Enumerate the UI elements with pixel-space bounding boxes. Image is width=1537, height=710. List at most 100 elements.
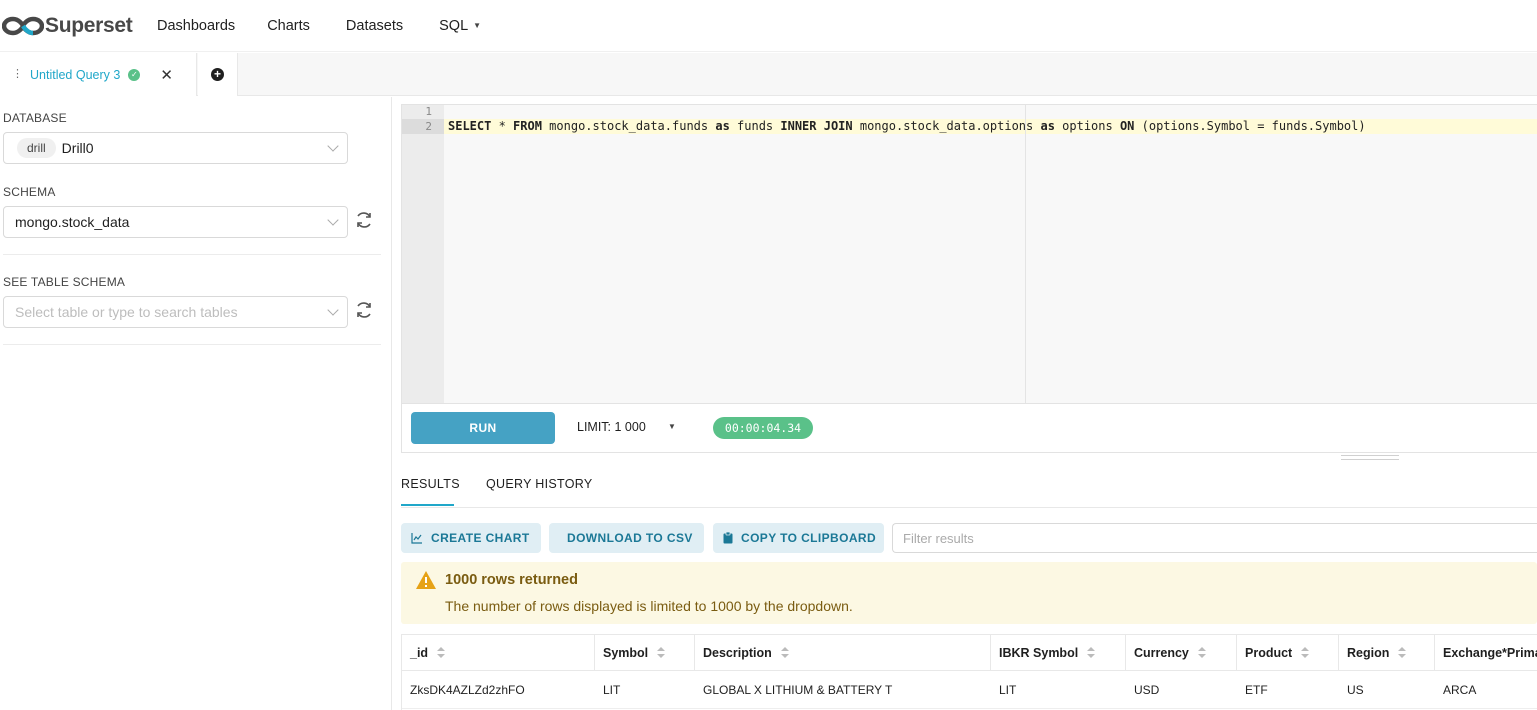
line-number: 2 (425, 120, 432, 133)
download-csv-button[interactable]: DOWNLOAD TO CSV (549, 523, 704, 553)
nav-sql-label: SQL (439, 17, 469, 34)
line-chart-icon (411, 533, 422, 544)
run-button[interactable]: RUN (411, 412, 555, 444)
tab-query-history[interactable]: QUERY HISTORY (486, 477, 592, 491)
nav-charts[interactable]: Charts (259, 18, 318, 34)
sql-text: (options.Symbol = funds.Symbol) (1134, 119, 1366, 133)
brand[interactable]: Superset (2, 14, 149, 38)
table-cell: ZksDK4AZLZd2zhFO (410, 683, 525, 697)
table-cell: LIT (999, 683, 1017, 697)
table-cell: ETF (1245, 683, 1268, 697)
table-cell: USD (1134, 683, 1160, 697)
schema-label: SCHEMA (3, 185, 56, 199)
schema-value: mongo.stock_data (15, 214, 130, 230)
query-timer: 00:00:04.34 (713, 417, 813, 439)
caret-down-icon[interactable]: ▼ (668, 422, 676, 431)
database-name: Drill0 (61, 140, 94, 156)
sort-icon[interactable] (1398, 647, 1407, 659)
results-table: _id Symbol Description IBKR Symbol Curre… (401, 634, 1537, 710)
add-tab-button[interactable]: + (198, 53, 238, 96)
table-select-placeholder: Select table or type to search tables (15, 304, 238, 320)
sql-text: options (1054, 119, 1120, 133)
chevron-down-icon (327, 140, 339, 152)
filter-results-input[interactable]: Filter results (892, 523, 1537, 553)
query-tab[interactable]: ⋮ Untitled Query 3 ✓ ✕ (0, 53, 197, 96)
column-header[interactable]: Symbol (595, 635, 695, 671)
sql-editor[interactable]: 1 2 SELECT * FROM mongo.stock_data.funds… (401, 104, 1537, 404)
column-header[interactable]: Region (1339, 635, 1435, 671)
tab-results[interactable]: RESULTS (401, 477, 460, 491)
column-header[interactable]: Currency (1126, 635, 1237, 671)
copy-clipboard-button[interactable]: COPY TO CLIPBOARD (713, 523, 884, 553)
table-cell: US (1347, 683, 1364, 697)
create-chart-button[interactable]: CREATE CHART (401, 523, 541, 553)
clipboard-icon (723, 532, 733, 544)
table-schema-label: SEE TABLE SCHEMA (3, 275, 126, 289)
superset-logo-icon (2, 16, 44, 35)
line-number: 1 (425, 105, 432, 118)
create-chart-label: CREATE CHART (431, 531, 530, 545)
nav-datasets[interactable]: Datasets (338, 18, 411, 34)
refresh-tables-icon[interactable] (354, 300, 374, 320)
sql-keyword: INNER JOIN (780, 119, 853, 133)
sql-keyword: SELECT (448, 119, 492, 133)
sort-icon[interactable] (780, 647, 789, 659)
query-tab-label: Untitled Query 3 (30, 67, 121, 82)
row-limit-dropdown[interactable]: LIMIT: 1 000 (577, 420, 646, 434)
table-cell: LIT (603, 683, 621, 697)
sort-icon[interactable] (1087, 647, 1096, 659)
rows-limit-alert: 1000 rows returned The number of rows di… (401, 562, 1537, 624)
resize-handle[interactable] (1341, 455, 1399, 460)
column-header[interactable]: Description (695, 635, 991, 671)
sort-icon[interactable] (1197, 647, 1206, 659)
sql-text: * (491, 119, 514, 133)
database-label: DATABASE (3, 111, 67, 125)
schema-select[interactable]: mongo.stock_data (3, 206, 348, 238)
chevron-down-icon (327, 214, 339, 226)
alert-message: The number of rows displayed is limited … (445, 598, 853, 614)
sql-keyword: as (715, 119, 730, 133)
chevron-down-icon (327, 304, 339, 316)
divider (3, 344, 381, 345)
nav-sql-menu[interactable]: SQL ▼ (431, 18, 489, 34)
sql-code[interactable]: SELECT * FROM mongo.stock_data.funds as … (448, 119, 1366, 134)
sql-keyword: ON (1119, 119, 1135, 133)
database-backend-tag: drill (17, 138, 56, 158)
sql-keyword: FROM (513, 119, 542, 133)
refresh-schema-icon[interactable] (354, 210, 374, 230)
active-tab-indicator (401, 504, 454, 506)
alert-title: 1000 rows returned (445, 572, 578, 588)
table-select[interactable]: Select table or type to search tables (3, 296, 348, 328)
sort-icon[interactable] (657, 647, 666, 659)
results-tabs: RESULTS QUERY HISTORY (401, 466, 1537, 508)
sort-icon[interactable] (1301, 647, 1310, 659)
database-select[interactable]: drill Drill0 (3, 132, 348, 164)
caret-down-icon: ▼ (473, 21, 482, 30)
column-header[interactable]: IBKR Symbol (991, 635, 1126, 671)
print-margin (1025, 105, 1026, 403)
sql-text: mongo.stock_data.options (852, 119, 1041, 133)
warning-icon (416, 571, 436, 589)
sort-icon[interactable] (437, 647, 446, 659)
query-tab-bar: ⋮ Untitled Query 3 ✓ ✕ + (0, 53, 1537, 96)
table-cell: ARCA (1443, 683, 1477, 697)
line-numbers: 1 2 (402, 105, 444, 403)
copy-clipboard-label: COPY TO CLIPBOARD (741, 531, 877, 545)
column-header[interactable]: Exchange*Primary (1435, 635, 1537, 671)
divider (3, 254, 381, 255)
nav-dashboards[interactable]: Dashboards (149, 18, 243, 34)
drag-handle-icon[interactable]: ⋮ (12, 69, 23, 80)
column-header[interactable]: Product (1237, 635, 1339, 671)
run-bar: RUN LIMIT: 1 000 ▼ 00:00:04.34 (401, 404, 1537, 453)
table-cell: GLOBAL X LITHIUM & BATTERY T (703, 683, 893, 697)
table-header: _id Symbol Description IBKR Symbol Curre… (402, 635, 1537, 671)
sql-keyword: as (1040, 119, 1055, 133)
plus-circle-icon: + (211, 68, 224, 81)
top-navbar: Superset Dashboards Charts Datasets SQL … (0, 0, 1537, 52)
sql-text: mongo.stock_data.funds (541, 119, 716, 133)
success-check-icon: ✓ (128, 68, 141, 81)
table-row: ZksDK4AZLZd2zhFO LIT GLOBAL X LITHIUM & … (402, 671, 1537, 709)
column-header[interactable]: _id (402, 635, 595, 671)
close-icon[interactable]: ✕ (160, 66, 173, 84)
sql-text: funds (729, 119, 781, 133)
